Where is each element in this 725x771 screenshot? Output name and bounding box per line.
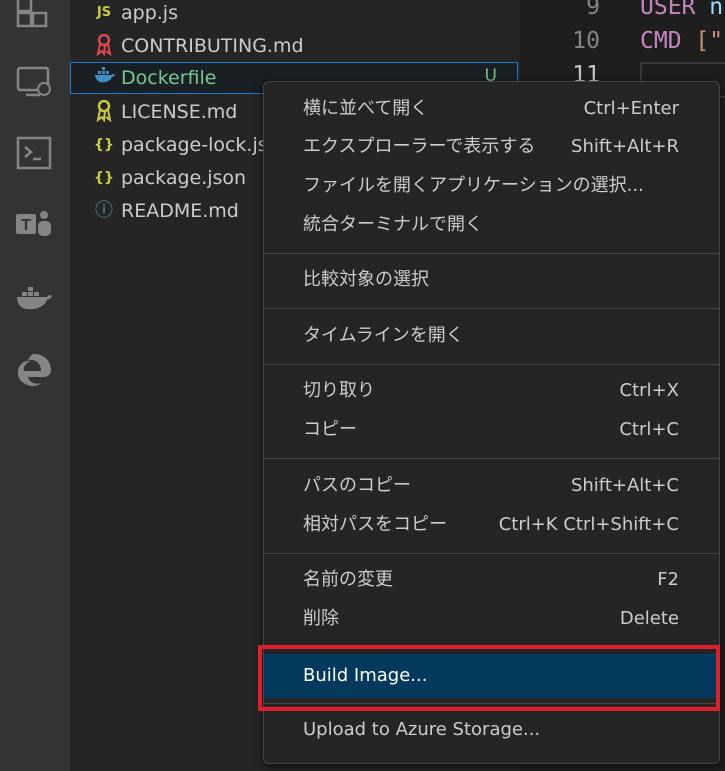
code-rest: n <box>709 0 724 20</box>
file-label: package-lock.jso <box>121 134 280 156</box>
menu-item-rename[interactable]: 名前の変更 F2 <box>264 562 719 598</box>
docker-icon <box>94 66 115 90</box>
menu-item-label: コピー <box>303 419 357 440</box>
menu-item-label: 横に並べて開く <box>303 98 429 119</box>
menu-separator <box>264 364 719 365</box>
menu-item-select-for-compare[interactable]: 比較対象の選択 <box>264 262 719 298</box>
edge-icon[interactable] <box>14 350 54 390</box>
file-label: LICENSE.md <box>121 101 238 123</box>
menu-item-open-timeline[interactable]: タイムラインを開く <box>264 318 719 354</box>
menu-item-label: Upload to Azure Storage... <box>303 719 541 740</box>
file-label: package.json <box>121 167 247 189</box>
code-rest: [" <box>695 28 724 54</box>
menu-item-open-with[interactable]: ファイルを開くアプリケーションの選択... <box>264 168 719 204</box>
code-line: 9 USER n <box>520 0 725 24</box>
ribbon-icon <box>94 33 114 58</box>
docker-icon[interactable] <box>14 278 54 318</box>
file-item-contributing[interactable]: CONTRIBUTING.md <box>70 30 520 63</box>
menu-item-label: 削除 <box>303 608 339 629</box>
menu-item-shortcut: Shift+Alt+R <box>571 136 679 157</box>
file-label: Dockerfile <box>121 67 217 89</box>
json-icon: {} <box>94 137 114 153</box>
code-keyword: USER <box>640 0 696 20</box>
menu-item-shortcut: Ctrl+Enter <box>583 98 679 119</box>
menu-item-copy[interactable]: コピー Ctrl+C <box>264 412 719 448</box>
file-label: README.md <box>121 200 239 222</box>
menu-item-delete[interactable]: 削除 Delete <box>264 601 719 637</box>
menu-item-reveal-in-explorer[interactable]: エクスプローラーで表示する Shift+Alt+R <box>264 129 719 165</box>
line-number: 9 <box>586 0 600 20</box>
extensions-icon[interactable] <box>14 0 54 32</box>
menu-item-shortcut: Shift+Alt+C <box>570 475 679 496</box>
menu-item-label: 切り取り <box>303 380 375 401</box>
menu-item-label: パスのコピー <box>303 475 411 496</box>
menu-item-label: タイムラインを開く <box>303 325 464 346</box>
menu-separator <box>264 308 719 309</box>
file-label: CONTRIBUTING.md <box>121 35 304 57</box>
menu-item-copy-relative-path[interactable]: 相対パスをコピー Ctrl+K Ctrl+Shift+C <box>264 507 719 543</box>
code-text: CMD [" <box>640 24 723 58</box>
menu-item-copy-path[interactable]: パスのコピー Shift+Alt+C <box>264 468 719 504</box>
menu-item-cut[interactable]: 切り取り Ctrl+X <box>264 373 719 409</box>
svg-text:T: T <box>21 217 31 234</box>
menu-item-label: 名前の変更 <box>303 569 393 590</box>
menu-item-label: 相対パスをコピー <box>303 514 447 535</box>
menu-item-shortcut: Ctrl+K Ctrl+Shift+C <box>498 514 679 535</box>
menu-item-label: 比較対象の選択 <box>303 269 429 290</box>
file-item-app-js[interactable]: JS app.js <box>70 0 520 30</box>
menu-item-shortcut: Ctrl+C <box>619 419 679 440</box>
menu-item-upload-azure-storage[interactable]: Upload to Azure Storage... <box>264 712 719 748</box>
js-icon: JS <box>96 5 112 20</box>
activity-bar: T <box>0 0 70 771</box>
code-keyword: CMD <box>640 28 682 54</box>
menu-item-label: 統合ターミナルで開く <box>303 214 483 235</box>
code-line: 10 CMD [" <box>520 24 725 58</box>
license-icon <box>94 99 114 124</box>
menu-separator <box>264 253 719 254</box>
line-number: 10 <box>572 28 600 54</box>
menu-item-shortcut: F2 <box>657 569 679 590</box>
file-label: app.js <box>121 2 178 24</box>
menu-item-open-to-side[interactable]: 横に並べて開く Ctrl+Enter <box>264 91 719 127</box>
info-icon: ⓘ <box>95 200 113 221</box>
remote-explorer-icon[interactable] <box>14 62 54 102</box>
code-text: USER n <box>640 0 723 24</box>
teams-icon[interactable]: T <box>14 205 54 245</box>
menu-separator <box>264 458 719 459</box>
menu-item-shortcut: Delete <box>619 608 679 629</box>
menu-separator <box>264 553 719 554</box>
menu-item-open-in-terminal[interactable]: 統合ターミナルで開く <box>264 207 719 243</box>
menu-item-label: ファイルを開くアプリケーションの選択... <box>303 175 644 196</box>
annotation-highlight-box <box>258 645 720 711</box>
json-icon: {} <box>94 170 114 186</box>
menu-item-label: エクスプローラーで表示する <box>303 136 536 157</box>
terminal-icon[interactable] <box>14 133 54 173</box>
menu-item-shortcut: Ctrl+X <box>619 380 679 401</box>
